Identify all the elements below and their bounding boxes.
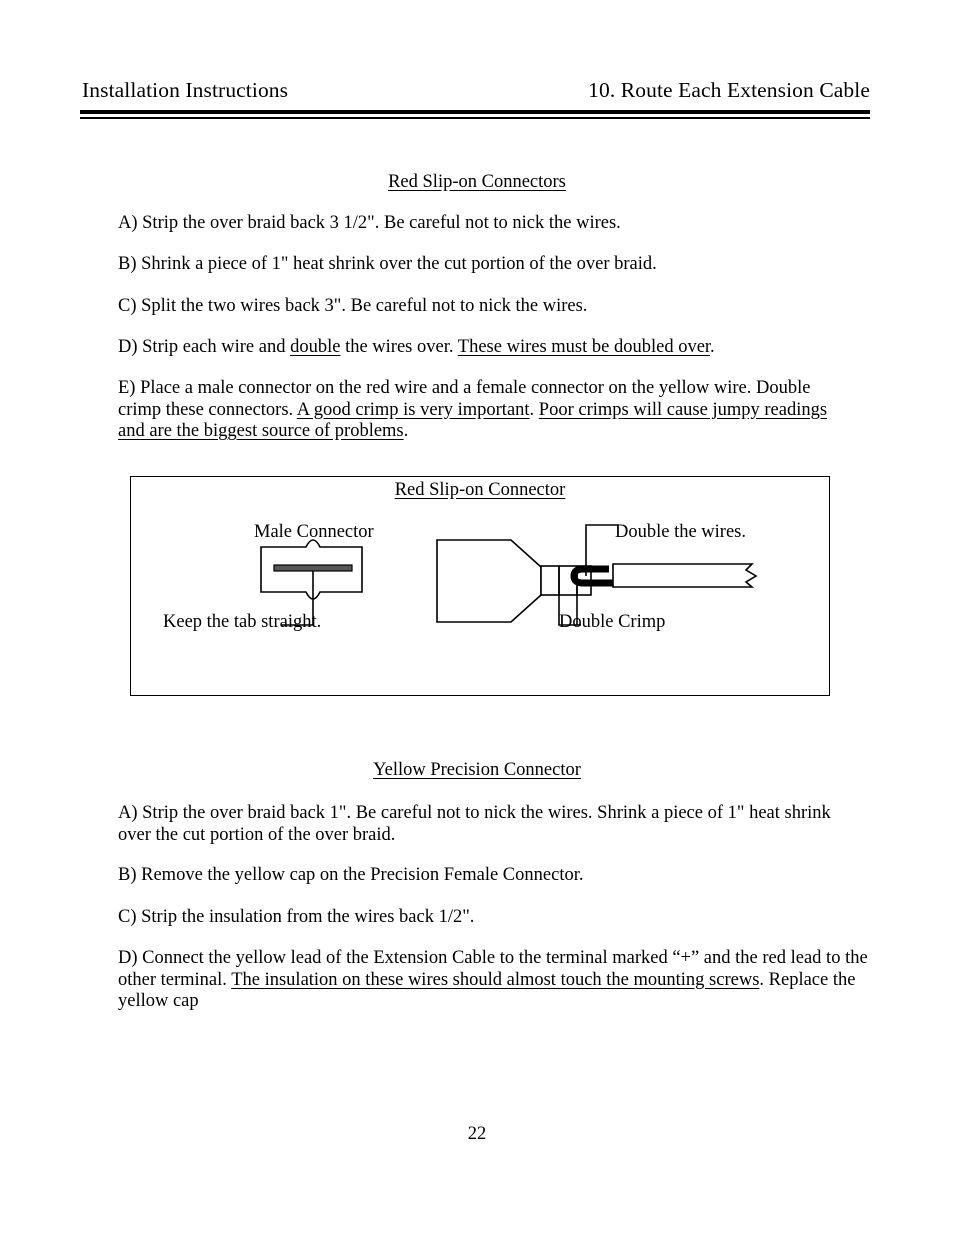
paragraph-red-d-seg2: the wires over. (340, 337, 458, 357)
paragraph-red-e-seg3: . (403, 421, 409, 441)
page-number: 22 (467, 1124, 487, 1144)
section-heading-yellow-precision-text: Yellow Precision Connector (373, 760, 581, 780)
figure-label-keep-tab-straight: Keep the tab straight. (163, 612, 322, 632)
paragraph-yellow-a: A) Strip the over braid back 1". Be care… (118, 803, 831, 845)
paragraph-red-d: D) Strip each wire and double the wires … (118, 337, 878, 359)
wire-insulation-shape (612, 563, 758, 588)
male-connector-tab-shape (273, 564, 353, 572)
paragraph-red-d-seg3: . (710, 337, 715, 357)
paragraph-yellow-b: B) Remove the yellow cap on the Precisio… (118, 865, 584, 885)
figure-label-double-crimp: Double Crimp (559, 612, 666, 632)
header-right-title: 10. Route Each Extension Cable (588, 78, 870, 102)
figure-drawing (260, 524, 758, 626)
paragraph-red-b: B) Shrink a piece of 1" heat shrink over… (118, 254, 657, 274)
figure-label-double-the-wires: Double the wires. (615, 522, 747, 542)
paragraph-yellow-d-underline1: The insulation on these wires should alm… (231, 969, 760, 990)
paragraph-red-e-underline1: A good crimp is very important (296, 399, 530, 420)
header-rule-thin (80, 117, 870, 119)
paragraph-yellow-d: D) Connect the yellow lead of the Extens… (118, 948, 870, 1013)
running-header: Installation Instructions 10. Route Each… (82, 78, 870, 103)
paragraph-red-c: C) Split the two wires back 3". Be caref… (118, 296, 588, 316)
female-connector-body-shape (436, 539, 542, 623)
header-rule-thick (80, 110, 870, 114)
figure-red-slip-on-connector: Red Slip-on Connector Male Connector Kee… (130, 476, 830, 696)
document-page: Installation Instructions 10. Route Each… (0, 0, 954, 1235)
paragraph-red-e: E) Place a male connector on the red wir… (118, 378, 858, 443)
paragraph-red-d-seg1: D) Strip each wire and (118, 337, 291, 357)
paragraph-red-d-underline2: These wires must be doubled over (457, 337, 711, 357)
figure-label-male-connector: Male Connector (254, 522, 374, 542)
section-heading-red-slip-on-text: Red Slip-on Connectors (388, 172, 566, 192)
section-heading-yellow-precision: Yellow Precision Connector (0, 760, 954, 781)
paragraph-yellow-c: C) Strip the insulation from the wires b… (118, 907, 475, 927)
section-heading-red-slip-on: Red Slip-on Connectors (0, 172, 954, 193)
header-left-title: Installation Instructions (82, 78, 289, 102)
paragraph-red-e-seg2: . (529, 399, 539, 420)
paragraph-red-d-underline1: double (290, 337, 341, 357)
paragraph-red-a: A) Strip the over braid back 3 1/2". Be … (118, 213, 621, 233)
